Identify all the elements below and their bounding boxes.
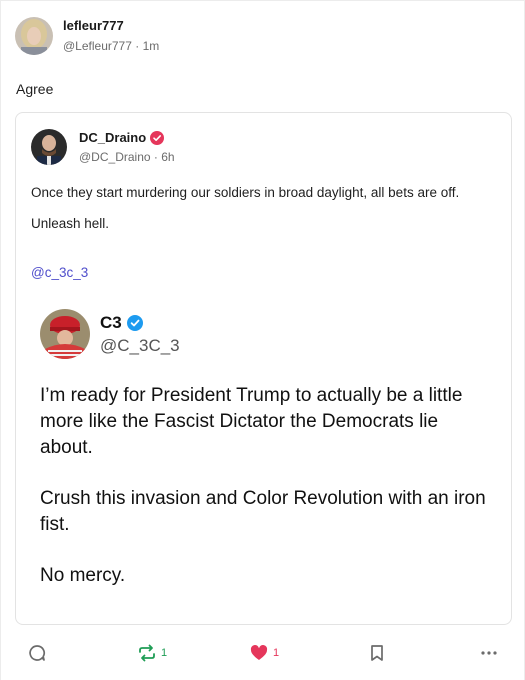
repost-count: 1 (161, 647, 168, 659)
avatar[interactable] (15, 17, 53, 55)
post-text: Agree (16, 81, 54, 97)
reply-icon (29, 645, 46, 661)
post-header: lefleur777 @Lefleur777 · 1m (15, 17, 159, 55)
embedded-paragraph: No mercy. (40, 565, 126, 586)
more-button[interactable] (479, 638, 499, 668)
quoted-header: DC_Draino @DC_Draino · 6h (31, 129, 175, 165)
post-handle[interactable]: @Lefleur777 (63, 39, 132, 53)
mention-link[interactable]: @c_3c_3 (31, 265, 88, 280)
quoted-handle-line: @DC_Draino · 6h (79, 149, 175, 165)
post-time[interactable]: 1m (143, 39, 160, 53)
embedded-username[interactable]: C3 (100, 313, 122, 333)
action-bar: 1 1 (1, 638, 525, 668)
repost-icon (139, 644, 155, 662)
embedded-paragraph: Crush this invasion and Color Revolution… (40, 488, 486, 535)
quoted-time[interactable]: 6h (161, 150, 174, 164)
reply-button[interactable] (27, 638, 47, 668)
quoted-avatar[interactable] (31, 129, 67, 165)
verified-badge-icon (126, 314, 143, 331)
bookmark-icon (371, 645, 383, 661)
repost-button[interactable]: 1 (137, 638, 167, 668)
embedded-handle[interactable]: @C_3C_3 (100, 336, 180, 356)
heart-icon (250, 645, 268, 660)
embedded-body: I’m ready for President Trump to actuall… (40, 383, 490, 589)
embedded-avatar[interactable] (40, 309, 90, 359)
post-handle-line: @Lefleur777 · 1m (63, 38, 159, 54)
embedded-header: C3 @C_3C_3 (40, 309, 500, 359)
post-username[interactable]: lefleur777 (63, 18, 159, 34)
quoted-handle[interactable]: @DC_Draino (79, 150, 151, 164)
embedded-tweet[interactable]: C3 @C_3C_3 I’m ready for President Trump… (40, 309, 500, 614)
post-card: lefleur777 @Lefleur777 · 1m Agree DC_Dra… (0, 0, 525, 680)
separator: · (153, 149, 158, 164)
quoted-paragraph: Once they start murdering our soldiers i… (31, 185, 460, 200)
bookmark-button[interactable] (367, 638, 387, 668)
quoted-paragraph: Unleash hell. (31, 216, 110, 231)
like-count: 1 (273, 647, 280, 659)
embedded-paragraph: I’m ready for President Trump to actuall… (40, 385, 463, 458)
like-button[interactable]: 1 (249, 638, 279, 668)
more-icon (481, 651, 497, 655)
quoted-username[interactable]: DC_Draino (79, 130, 146, 146)
quoted-body: Once they start murdering our soldiers i… (31, 183, 501, 245)
quoted-post[interactable]: DC_Draino @DC_Draino · 6h Once they star… (15, 112, 512, 625)
verified-badge-icon (150, 130, 165, 145)
separator: · (135, 39, 140, 53)
